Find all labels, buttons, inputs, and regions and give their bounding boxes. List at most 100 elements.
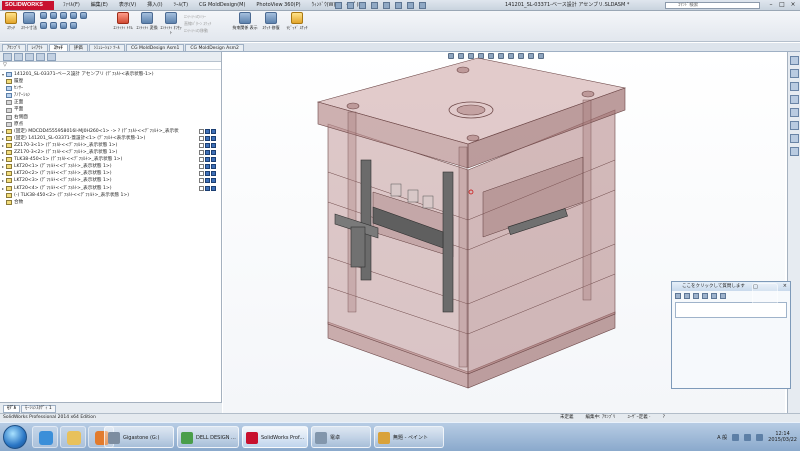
list-icon[interactable] — [684, 293, 690, 299]
tree-item[interactable]: ▸ TLK38-450<1> (ﾃﾞﾌｫﾙﾄ<<ﾃﾞﾌｫﾙﾄ>_表示状態 1>) — [2, 156, 221, 163]
tree-item[interactable]: ▸ (固定) 141201_SL-03371-蓋設計<1> (ﾃﾞﾌｫﾙﾄ<表示状… — [2, 135, 221, 142]
taskbar-pin-explorer[interactable] — [60, 426, 86, 448]
linear-pattern-button[interactable]: 直線ﾊﾟﾀｰﾝ ｽｹｯﾁ — [184, 20, 211, 27]
circle-icon[interactable] — [70, 12, 77, 19]
text-color-icon[interactable] — [711, 293, 717, 299]
trim-button[interactable]: ｴﾝﾃｨﾃｨ ﾄﾘﾑ — [112, 12, 134, 30]
question-pane-title[interactable]: ここをクリックして質問します — [682, 284, 745, 289]
ime-indicator[interactable]: A 般 — [717, 434, 727, 441]
menu-view[interactable]: 表示(V) — [118, 1, 137, 10]
tree-item[interactable]: 右側面 — [2, 114, 221, 121]
tab-cg-molddesign-asm1[interactable]: CG MoldDesign Asm1 — [125, 44, 185, 51]
repair-button[interactable]: ｽｹｯﾁ 修復 — [260, 12, 282, 30]
start-button[interactable] — [3, 425, 27, 449]
open-icon[interactable] — [347, 2, 354, 9]
resources-icon[interactable] — [789, 56, 799, 65]
tree-root[interactable]: ▾ 141201_SL-03371-ベース設計 アセンブリ (ﾃﾞﾌｫﾙﾄ<表示状… — [2, 71, 221, 78]
clock[interactable]: 12:14 2015/03/22 — [768, 431, 797, 443]
menu-edit[interactable]: 編集(E) — [90, 1, 109, 10]
bold-icon[interactable] — [702, 293, 708, 299]
menu-insert[interactable]: 挿入(I) — [146, 1, 163, 10]
tree-item[interactable]: 正面 — [2, 99, 221, 106]
polygon-icon[interactable] — [40, 22, 47, 29]
tree-item[interactable]: 平面 — [2, 106, 221, 113]
menu-tools[interactable]: ﾂｰﾙ(T) — [173, 1, 189, 10]
minimize-icon[interactable]: – — [767, 1, 775, 9]
tree-item[interactable]: ▸ LKT20<4> (ﾃﾞﾌｫﾙﾄ<<ﾃﾞﾌｫﾙﾄ>_表示状態 1>) — [2, 185, 221, 192]
tree-item[interactable]: ｾﾝｻｰ — [2, 85, 221, 92]
forum-icon[interactable] — [789, 134, 799, 143]
display-manager-icon[interactable] — [47, 53, 56, 61]
tree-filter[interactable]: ▽ — [0, 62, 221, 70]
rebuild-icon[interactable] — [407, 2, 414, 9]
tab-simulation-tools[interactable]: ｼﾐｭﾚｰｼｮﾝ ﾂｰﾙ — [88, 44, 125, 51]
options-icon[interactable] — [419, 2, 426, 9]
tab-motion-study[interactable]: ﾓｰｼｮﾝｽﾀﾃﾞｨ 1 — [21, 405, 56, 413]
menu-photoview[interactable]: PhotoView 360(P) — [255, 1, 301, 10]
tree-item[interactable]: 履歴 — [2, 78, 221, 85]
smart-dimension-button[interactable]: ｽﾏｰﾄ寸法 — [20, 12, 38, 30]
tree-item[interactable]: (-) TLK38-450<2> (ﾃﾞﾌｫﾙﾄ<<ﾃﾞﾌｫﾙﾄ>_表示状態 1… — [2, 192, 221, 199]
maximize-icon[interactable]: □ — [778, 1, 786, 9]
text-icon[interactable] — [70, 22, 77, 29]
send-icon[interactable] — [720, 293, 726, 299]
status-help[interactable]: ? — [663, 414, 665, 422]
sketch-button[interactable]: ｽｹｯﾁ — [3, 12, 19, 30]
flag-icon[interactable] — [756, 433, 764, 441]
file-explorer-icon[interactable] — [789, 82, 799, 91]
tab-layout[interactable]: ﾚｲｱｳﾄ — [26, 44, 48, 51]
new-icon[interactable] — [335, 2, 342, 9]
move-button[interactable]: ｴﾝﾃｨﾃｨの移動 — [184, 27, 211, 34]
tab-model[interactable]: ﾓﾃﾞﾙ — [3, 405, 20, 413]
menu-cg-molddesign[interactable]: CG MoldDesign(M) — [198, 1, 246, 10]
appearances-icon[interactable] — [789, 108, 799, 117]
command-search-input[interactable]: ｺﾏﾝﾄﾞ検索 — [665, 2, 760, 9]
menu-file[interactable]: ﾌｧｲﾙ(F) — [62, 1, 81, 10]
toolbox-icon[interactable] — [789, 147, 799, 156]
design-library-icon[interactable] — [789, 69, 799, 78]
tree-item[interactable]: ▸ ZZ170-3<2> (ﾃﾞﾌｫﾙﾄ<<ﾃﾞﾌｫﾙﾄ>_表示状態 1>) — [2, 149, 221, 156]
tree-item[interactable]: ▸ (固定) MDCDD4555958016I-MJ0H260<1> -> ? (… — [2, 128, 221, 135]
offset-button[interactable]: ｴﾝﾃｨﾃｨ ｵﾌｾｯﾄ — [160, 12, 182, 35]
configuration-manager-icon[interactable] — [25, 53, 34, 61]
tree-item[interactable]: ▸ LKT20<1> (ﾃﾞﾌｫﾙﾄ<<ﾃﾞﾌｫﾙﾄ>_表示状態 1>) — [2, 163, 221, 170]
taskbar-item-drive[interactable]: Gigastone (G:) — [104, 426, 174, 448]
pin-icon[interactable]: □ — [752, 283, 778, 305]
tree-item[interactable]: ▸ LKT20<3> (ﾃﾞﾌｫﾙﾄ<<ﾃﾞﾌｫﾙﾄ>_表示状態 1>) — [2, 177, 221, 184]
undo-icon[interactable] — [383, 2, 390, 9]
mirror-button[interactable]: ｴﾝﾃｨﾃｨのﾐﾗｰ — [184, 13, 211, 20]
taskbar-item-calendar[interactable]: DELL DESIGN ... — [177, 426, 239, 448]
line-icon[interactable] — [40, 12, 47, 19]
tab-assembly[interactable]: ｱｾﾝﾌﾞﾘ — [2, 44, 26, 51]
tree-item[interactable]: 原点 — [2, 121, 221, 128]
network-icon[interactable] — [732, 433, 740, 441]
taskbar-item-paint[interactable]: 無題 - ペイント — [374, 426, 444, 448]
arrow-icon[interactable] — [693, 293, 699, 299]
close-icon[interactable]: × — [789, 1, 797, 9]
tab-sketch[interactable]: ｽｹｯﾁ — [48, 44, 68, 51]
view-palette-icon[interactable] — [789, 95, 799, 104]
taskbar-item-solidworks[interactable]: SolidWorks Prof... — [242, 426, 308, 448]
tree-item[interactable]: 合致 — [2, 199, 221, 206]
taskbar-pin-ie[interactable] — [32, 426, 58, 448]
tab-evaluate[interactable]: 評価 — [68, 44, 88, 51]
save-icon[interactable] — [359, 2, 366, 9]
point-icon[interactable] — [60, 22, 67, 29]
camera-icon[interactable] — [675, 293, 681, 299]
arc-icon[interactable] — [80, 12, 87, 19]
relations-button[interactable]: 拘束関係 表示 — [232, 12, 258, 30]
menu-window[interactable]: ｳｨﾝﾄﾞｳ(W) — [311, 1, 337, 10]
tab-cg-molddesign-asm2[interactable]: CG MoldDesign Asm2 — [185, 44, 244, 51]
convert-button[interactable]: ｴﾝﾃｨﾃｨ 変換 — [136, 12, 158, 30]
property-manager-icon[interactable] — [14, 53, 23, 61]
custom-properties-icon[interactable] — [789, 121, 799, 130]
print-icon[interactable] — [371, 2, 378, 9]
tree-item[interactable]: ▸ ZZ170-3<1> (ﾃﾞﾌｫﾙﾄ<<ﾃﾞﾌｫﾙﾄ>_表示状態 1>) — [2, 142, 221, 149]
tree-item[interactable]: ▸ LKT20<2> (ﾃﾞﾌｫﾙﾄ<<ﾃﾞﾌｫﾙﾄ>_表示状態 1>) — [2, 170, 221, 177]
feature-tree-icon[interactable] — [3, 53, 12, 61]
volume-icon[interactable] — [744, 433, 752, 441]
select-icon[interactable] — [395, 2, 402, 9]
slot-icon[interactable] — [60, 12, 67, 19]
taskbar-item-calculator[interactable]: 電卓 — [311, 426, 371, 448]
rapid-sketch-button[interactable]: ﾗﾋﾟｯﾄﾞ ｽｹｯﾁ — [284, 12, 310, 30]
